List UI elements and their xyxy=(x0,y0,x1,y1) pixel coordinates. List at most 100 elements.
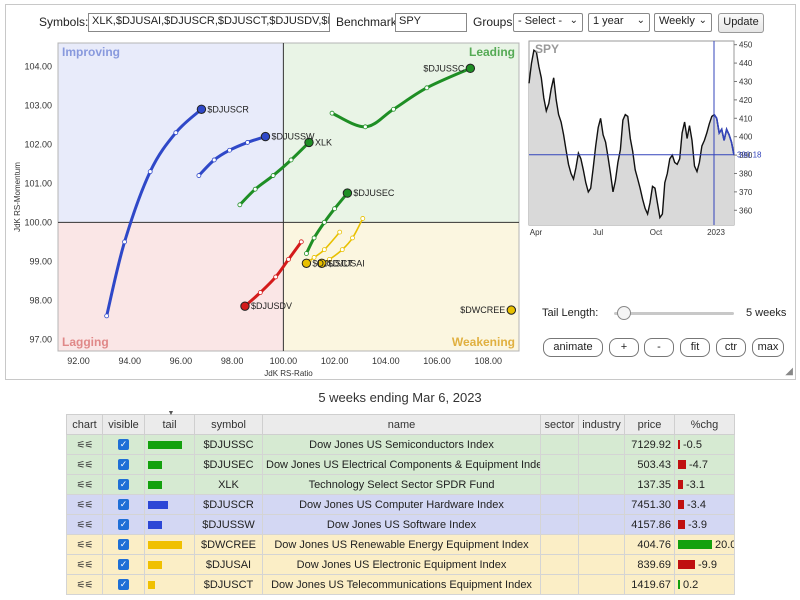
resize-handle-icon[interactable]: ◢ xyxy=(785,366,793,377)
tail-cell xyxy=(144,574,195,595)
col-chart[interactable]: chart xyxy=(66,414,103,435)
visible-cell[interactable]: ✓ xyxy=(102,454,145,475)
candlestick-chart-icon[interactable]: ⚟⚟ xyxy=(77,580,94,591)
benchmark-y-tick: 380 xyxy=(739,169,753,178)
candlestick-chart-icon[interactable]: ⚟⚟ xyxy=(77,560,94,571)
visible-checkbox[interactable]: ✓ xyxy=(118,439,129,451)
candlestick-chart-icon[interactable]: ⚟⚟ xyxy=(77,500,94,511)
chg-value: -3.9 xyxy=(688,518,707,531)
col-tail[interactable]: ▼ tail xyxy=(144,410,195,435)
tail-point xyxy=(391,106,396,112)
table-row[interactable]: ⚟⚟ ✓ $DJUSCT Dow Jones US Telecommunication… xyxy=(66,574,735,595)
candlestick-chart-icon[interactable]: ⚟⚟ xyxy=(77,540,94,551)
head-point[interactable] xyxy=(342,188,353,198)
table-row[interactable]: ⚟⚟ ✓ XLK Technology Select Sector SPDR Fund… xyxy=(66,474,735,495)
chart-cell[interactable]: ⚟⚟ xyxy=(66,554,103,575)
frequency-select[interactable]: Weekly ⌄ xyxy=(654,13,712,32)
chg-value: 20.0 xyxy=(715,538,735,551)
price-cell: 4157.86 xyxy=(624,514,675,535)
chart-cell[interactable]: ⚟⚟ xyxy=(66,514,103,535)
quadrant-label-improving: Improving xyxy=(62,45,120,59)
name-cell: Dow Jones US Renewable Energy Equipment … xyxy=(262,534,541,555)
col-industry[interactable]: industry xyxy=(578,414,625,435)
candlestick-chart-icon[interactable]: ⚟⚟ xyxy=(77,520,94,531)
table-row[interactable]: ⚟⚟ ✓ $DWCREE Dow Jones US Renewable Energy … xyxy=(66,534,735,555)
table-row[interactable]: ⚟⚟ ✓ $DJUSSW Dow Jones US Software Index 415… xyxy=(66,514,735,535)
head-point[interactable] xyxy=(196,104,207,114)
zoom-out-button[interactable]: - xyxy=(644,338,674,357)
chart-cell[interactable]: ⚟⚟ xyxy=(66,434,103,455)
center-button[interactable]: ctr xyxy=(716,338,746,357)
tail-length-slider[interactable] xyxy=(614,312,734,315)
benchmark-y-tick: 430 xyxy=(739,77,753,86)
visible-cell[interactable]: ✓ xyxy=(102,534,145,555)
visible-cell[interactable]: ✓ xyxy=(102,494,145,515)
visible-checkbox[interactable]: ✓ xyxy=(118,479,129,491)
candlestick-chart-icon[interactable]: ⚟⚟ xyxy=(77,460,94,471)
visible-checkbox[interactable]: ✓ xyxy=(118,519,129,531)
price-cell: 137.35 xyxy=(624,474,675,495)
benchmark-input[interactable]: SPY xyxy=(395,13,467,32)
industry-cell xyxy=(578,534,625,555)
visible-cell[interactable]: ✓ xyxy=(102,434,145,455)
table-row[interactable]: ⚟⚟ ✓ $DJUSCR Dow Jones US Computer Hardware… xyxy=(66,494,735,515)
symbol-cell: $DJUSAI xyxy=(194,554,263,575)
tail-cell xyxy=(144,474,195,495)
symbol-cell: $DJUSSW xyxy=(194,514,263,535)
y-tick-label: 102.00 xyxy=(24,139,52,149)
zoom-in-button[interactable]: + xyxy=(609,338,639,357)
col-chg[interactable]: %chg xyxy=(674,414,735,435)
benchmark-label: Benchmark: xyxy=(336,15,401,29)
head-point[interactable] xyxy=(260,131,271,142)
tail-cell xyxy=(144,494,195,515)
tail-bar xyxy=(148,580,155,589)
update-button[interactable]: Update xyxy=(718,13,764,33)
chart-cell[interactable]: ⚟⚟ xyxy=(66,574,103,595)
symbol-cell: $DWCREE xyxy=(194,534,263,555)
name-cell: Dow Jones US Electronic Equipment Index xyxy=(262,554,541,575)
chart-cell[interactable]: ⚟⚟ xyxy=(66,474,103,495)
price-cell: 7451.30 xyxy=(624,494,675,515)
visible-cell[interactable]: ✓ xyxy=(102,554,145,575)
tail-length-slider-handle[interactable] xyxy=(617,306,631,320)
period-select[interactable]: 1 year ⌄ xyxy=(588,13,650,32)
animate-button[interactable]: animate xyxy=(543,338,603,357)
symbols-input[interactable]: XLK,$DJUSAI,$DJUSCR,$DJUSCT,$DJUSDV,$DJ xyxy=(88,13,330,32)
candlestick-chart-icon[interactable]: ⚟⚟ xyxy=(77,440,94,451)
chg-cell: -4.7 xyxy=(674,454,735,475)
tail-point xyxy=(122,239,127,245)
tail-point xyxy=(104,313,110,319)
chg-bar xyxy=(678,500,684,510)
chart-cell[interactable]: ⚟⚟ xyxy=(66,534,103,555)
head-point[interactable] xyxy=(506,305,517,315)
visible-checkbox[interactable]: ✓ xyxy=(118,559,129,571)
col-price[interactable]: price xyxy=(624,414,675,435)
maximize-button[interactable]: max xyxy=(752,338,784,357)
candlestick-chart-icon[interactable]: ⚟⚟ xyxy=(77,480,94,491)
sector-cell xyxy=(540,554,579,575)
table-row[interactable]: ⚟⚟ ✓ $DJUSEC Dow Jones US Electrical Compon… xyxy=(66,454,735,475)
table-row[interactable]: ⚟⚟ ✓ $DJUSAI Dow Jones US Electronic Equipm… xyxy=(66,554,735,575)
y-tick-label: 97.00 xyxy=(29,334,52,344)
visible-cell[interactable]: ✓ xyxy=(102,514,145,535)
visible-checkbox[interactable]: ✓ xyxy=(118,499,129,511)
visible-checkbox[interactable]: ✓ xyxy=(118,579,129,591)
chart-cell[interactable]: ⚟⚟ xyxy=(66,454,103,475)
groups-select[interactable]: - Select - ⌄ xyxy=(513,13,583,32)
visible-cell[interactable]: ✓ xyxy=(102,474,145,495)
col-symbol[interactable]: symbol xyxy=(194,414,263,435)
visible-cell[interactable]: ✓ xyxy=(102,574,145,595)
chart-cell[interactable]: ⚟⚟ xyxy=(66,494,103,515)
table-row[interactable]: ⚟⚟ ✓ $DJUSSC Dow Jones US Semiconductors In… xyxy=(66,434,735,455)
col-name[interactable]: name xyxy=(262,414,541,435)
col-sector[interactable]: sector xyxy=(540,414,579,435)
tail-point xyxy=(252,186,258,192)
fit-button[interactable]: fit xyxy=(680,338,710,357)
col-visible[interactable]: visible xyxy=(102,414,145,435)
head-point[interactable] xyxy=(240,301,250,311)
head-point[interactable] xyxy=(465,63,476,74)
x-tick-label: 108.00 xyxy=(475,356,503,366)
visible-checkbox[interactable]: ✓ xyxy=(118,539,129,551)
visible-checkbox[interactable]: ✓ xyxy=(118,459,129,471)
head-point[interactable] xyxy=(301,258,312,268)
